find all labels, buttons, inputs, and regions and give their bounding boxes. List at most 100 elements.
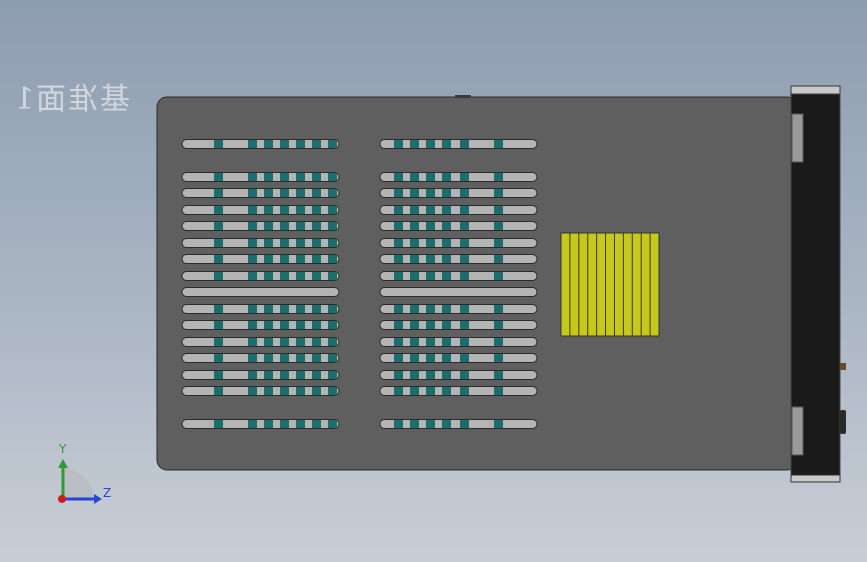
vent-slot-mark [442,272,451,280]
vent-slot-mark [494,189,503,197]
vent-slot-mark [248,371,257,379]
vent-slot-mark [442,420,451,428]
vent-slot-mark [494,255,503,263]
vent-slot-mark [312,222,321,230]
vent-slot-mark [394,338,403,346]
vent-slot-mark [460,387,469,395]
cad-viewport[interactable]: 基准面1 Y Z [0,0,867,562]
vent-slot [379,353,538,363]
vent-slot [379,419,538,429]
vent-slot-mark [426,387,435,395]
housing-body [156,96,798,471]
vent-slot-mark [264,305,273,313]
vent-slot-mark [442,321,451,329]
coordinate-triad [58,459,102,504]
vent-slot-mark [248,305,257,313]
vent-slot [379,370,538,380]
vent-slot-mark [442,387,451,395]
vent-slot-mark [460,321,469,329]
vent-slot [181,287,340,297]
vent-slot-mark [494,272,503,280]
vent-slot-mark [312,272,321,280]
vent-slot-mark [394,387,403,395]
vent-slot-mark [442,206,451,214]
vent-slot [379,304,538,314]
vent-slot [379,221,538,231]
vent-slot-mark [264,206,273,214]
vent-slot-mark [328,272,337,280]
vent-slot-mark [426,206,435,214]
vent-slot-mark [394,239,403,247]
end-cap-clip-top [791,113,804,163]
vent-slot-mark [280,206,289,214]
vent-slot-mark [328,206,337,214]
vent-slot-mark [280,354,289,362]
vent-slot-mark [442,255,451,263]
vent-slot-mark [214,189,223,197]
vent-slot-mark [214,173,223,181]
vent-slot-mark [494,140,503,148]
vent-slot-mark [214,239,223,247]
vent-slot-mark [248,272,257,280]
end-cap [790,85,846,483]
vent-slot-mark [426,272,435,280]
top-tab [455,95,471,98]
vent-slot-mark [410,255,419,263]
vent-slot-mark [460,305,469,313]
vent-slot-mark [280,140,289,148]
vent-slot-mark [328,354,337,362]
vent-slot-mark [494,387,503,395]
vent-slot-mark [296,387,305,395]
vent-slot-mark [296,321,305,329]
vent-slot-mark [460,239,469,247]
vent-slot-mark [296,173,305,181]
vent-slot-mark [328,255,337,263]
vent-slot-mark [296,206,305,214]
vent-slot-mark [494,173,503,181]
vent-slot [379,139,538,149]
vent-slot-mark [264,239,273,247]
vent-slot-mark [248,173,257,181]
vent-slot-mark [296,272,305,280]
vent-slot-mark [328,173,337,181]
vent-slot-mark [410,189,419,197]
vent-slot-mark [494,354,503,362]
vent-slot-mark [248,255,257,263]
vent-slot-mark [394,354,403,362]
vent-slot-mark [248,354,257,362]
vent-slot-mark [280,255,289,263]
vent-slot-mark [410,338,419,346]
vent-slot [379,172,538,182]
vent-slot-mark [394,222,403,230]
vent-slot-mark [410,354,419,362]
vent-slot-mark [280,239,289,247]
vent-slot-mark [328,189,337,197]
vent-slot-mark [312,239,321,247]
vent-slot-mark [264,321,273,329]
vent-slot-mark [494,338,503,346]
vent-slot-mark [296,305,305,313]
vent-slot-mark [494,420,503,428]
vent-slot-mark [248,189,257,197]
vent-slot-mark [426,222,435,230]
vent-slot-mark [296,338,305,346]
vent-slot-mark [410,239,419,247]
vent-slot-mark [410,371,419,379]
vent-slot-mark [328,239,337,247]
vent-slot [379,205,538,215]
vent-slot-mark [248,140,257,148]
vent-slot-mark [442,239,451,247]
vent-slot-mark [426,420,435,428]
vent-slot-mark [312,140,321,148]
vent-slot-mark [410,206,419,214]
vent-slot-mark [248,387,257,395]
end-cap-pin [840,363,846,370]
vent-slot-mark [426,321,435,329]
vent-slot-mark [312,173,321,181]
vent-slot-mark [442,173,451,181]
vent-slot-mark [460,189,469,197]
vent-slot-mark [214,222,223,230]
vent-slot-mark [460,420,469,428]
vent-slot-mark [296,354,305,362]
heatsink [560,232,660,337]
